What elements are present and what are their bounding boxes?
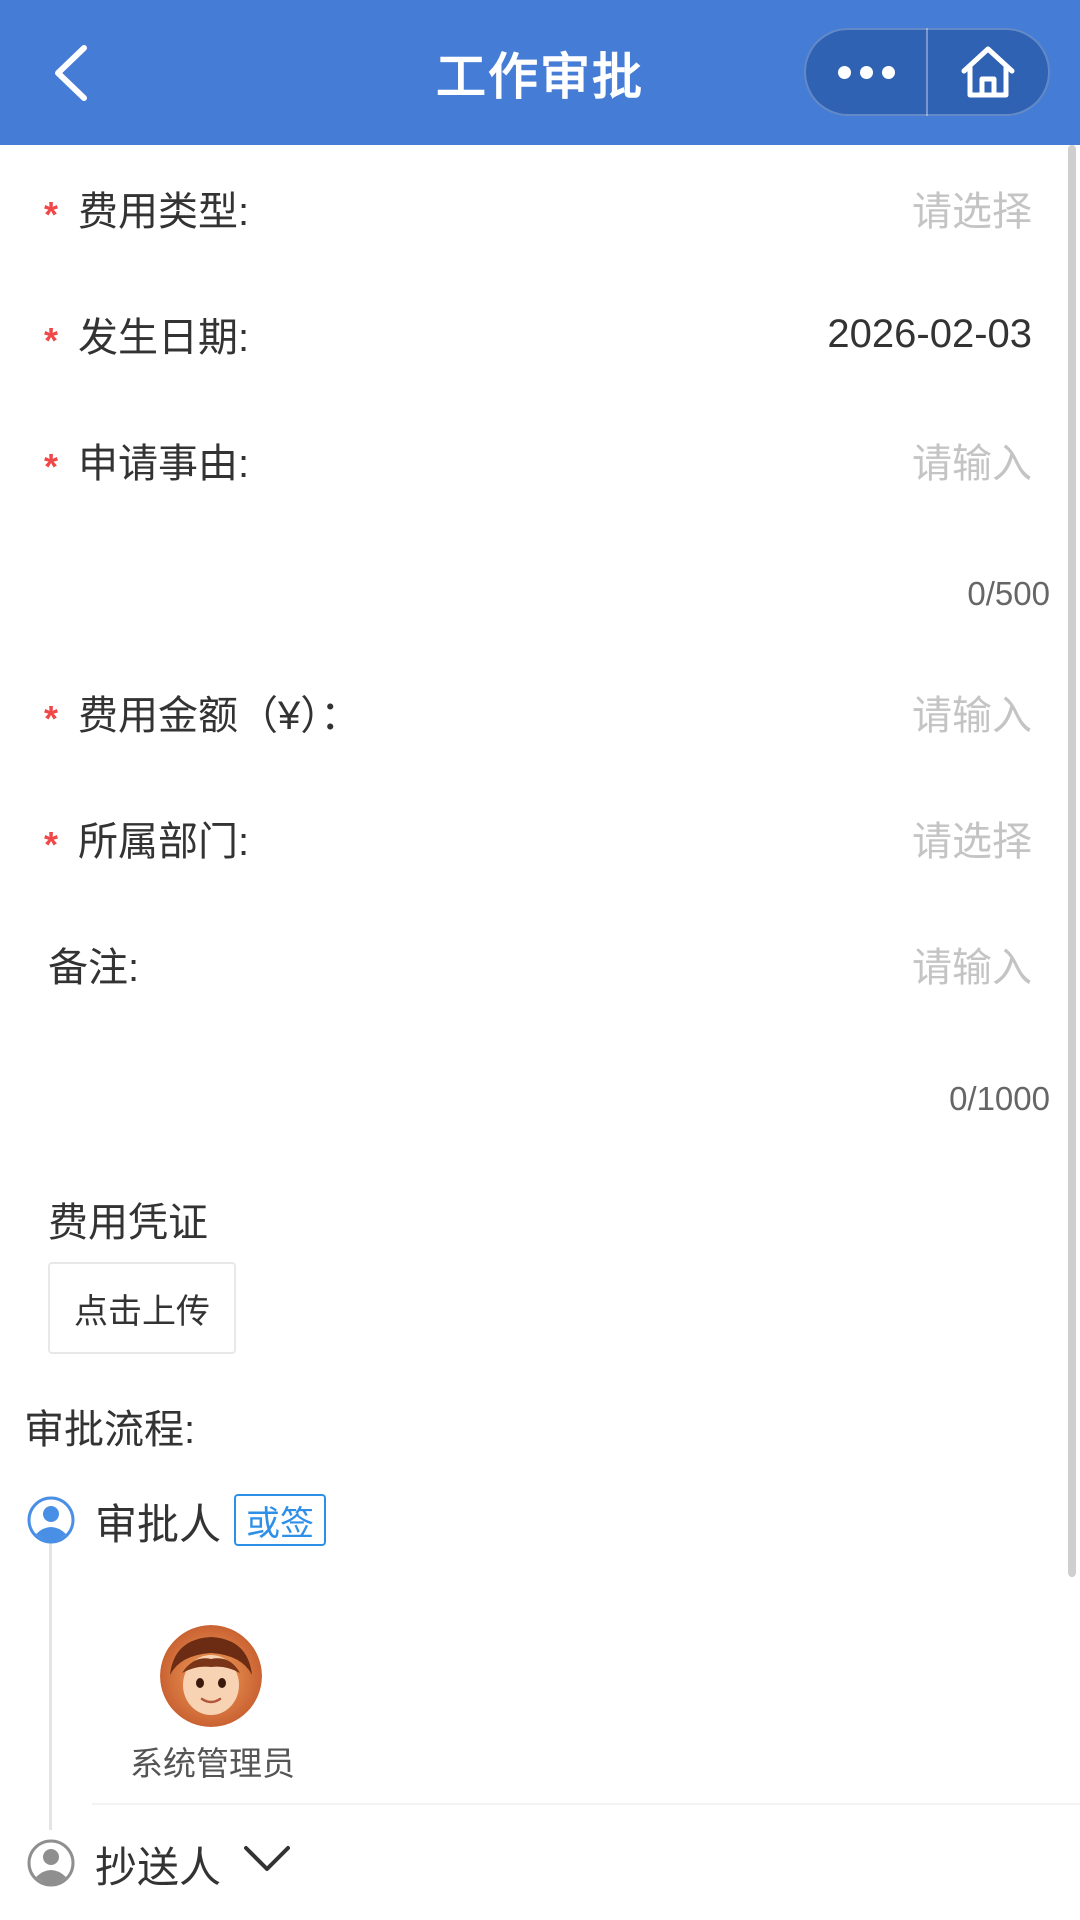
required-mark: * (44, 320, 59, 361)
or-sign-badge: 或签 (234, 1494, 326, 1546)
department-label: 所属部门: (78, 820, 250, 864)
voucher-label: 费用凭证 (48, 1201, 208, 1245)
remark-input[interactable]: 请输入 (912, 935, 1032, 993)
cc-label: 抄送人 (95, 1844, 222, 1891)
user-circle-icon (27, 1496, 75, 1544)
chevron-left-icon (55, 45, 87, 101)
chevron-down-icon[interactable] (242, 1838, 292, 1880)
top-navbar: 工作审批 (0, 0, 1080, 145)
approval-flow-title: 审批流程: (24, 1408, 196, 1452)
expense-type-select[interactable]: 请选择 (912, 179, 1032, 237)
required-mark: * (44, 446, 59, 487)
date-label: 发生日期: (78, 316, 250, 360)
remark-row[interactable]: 备注: 请输入 (0, 901, 1062, 1027)
amount-row[interactable]: * 费用金额（¥）： 请输入 (0, 649, 1062, 775)
avatar (160, 1625, 262, 1727)
back-button[interactable] (40, 38, 100, 108)
department-row[interactable]: * 所属部门: 请选择 (0, 775, 1062, 901)
amount-input[interactable]: 请输入 (912, 683, 1032, 741)
expense-type-row[interactable]: * 费用类型: 请选择 (0, 145, 1062, 271)
required-mark: * (44, 698, 59, 739)
expense-type-label: 费用类型: (78, 190, 250, 234)
date-row[interactable]: * 发生日期: 2026-02-03 (0, 271, 1062, 397)
upload-button[interactable]: 点击上传 (48, 1262, 236, 1354)
amount-label: 费用金额（¥）： (78, 694, 361, 738)
required-mark: * (44, 824, 59, 865)
mini-program-capsule (804, 28, 1050, 116)
more-dots-icon (837, 65, 895, 79)
divider (92, 1803, 1080, 1805)
timeline-line (49, 1540, 52, 1830)
reason-input[interactable]: 请输入 (912, 431, 1032, 489)
user-circle-icon (27, 1839, 75, 1887)
more-button[interactable] (806, 30, 926, 114)
reason-row[interactable]: * 申请事由: 请输入 (0, 397, 1062, 523)
approver-label: 审批人 (95, 1501, 222, 1548)
approver-user-name: 系统管理员 (130, 1745, 295, 1782)
home-button[interactable] (928, 30, 1048, 114)
date-picker[interactable]: 2026-02-03 (827, 312, 1032, 357)
remark-label: 备注: (48, 946, 140, 990)
required-mark: * (44, 194, 59, 235)
remark-char-counter: 0/1000 (949, 1080, 1050, 1117)
home-icon (961, 46, 1015, 98)
reason-label: 申请事由: (78, 442, 250, 486)
department-select[interactable]: 请选择 (912, 809, 1032, 867)
reason-char-counter: 0/500 (967, 575, 1050, 612)
scrollbar[interactable] (1068, 145, 1076, 1577)
